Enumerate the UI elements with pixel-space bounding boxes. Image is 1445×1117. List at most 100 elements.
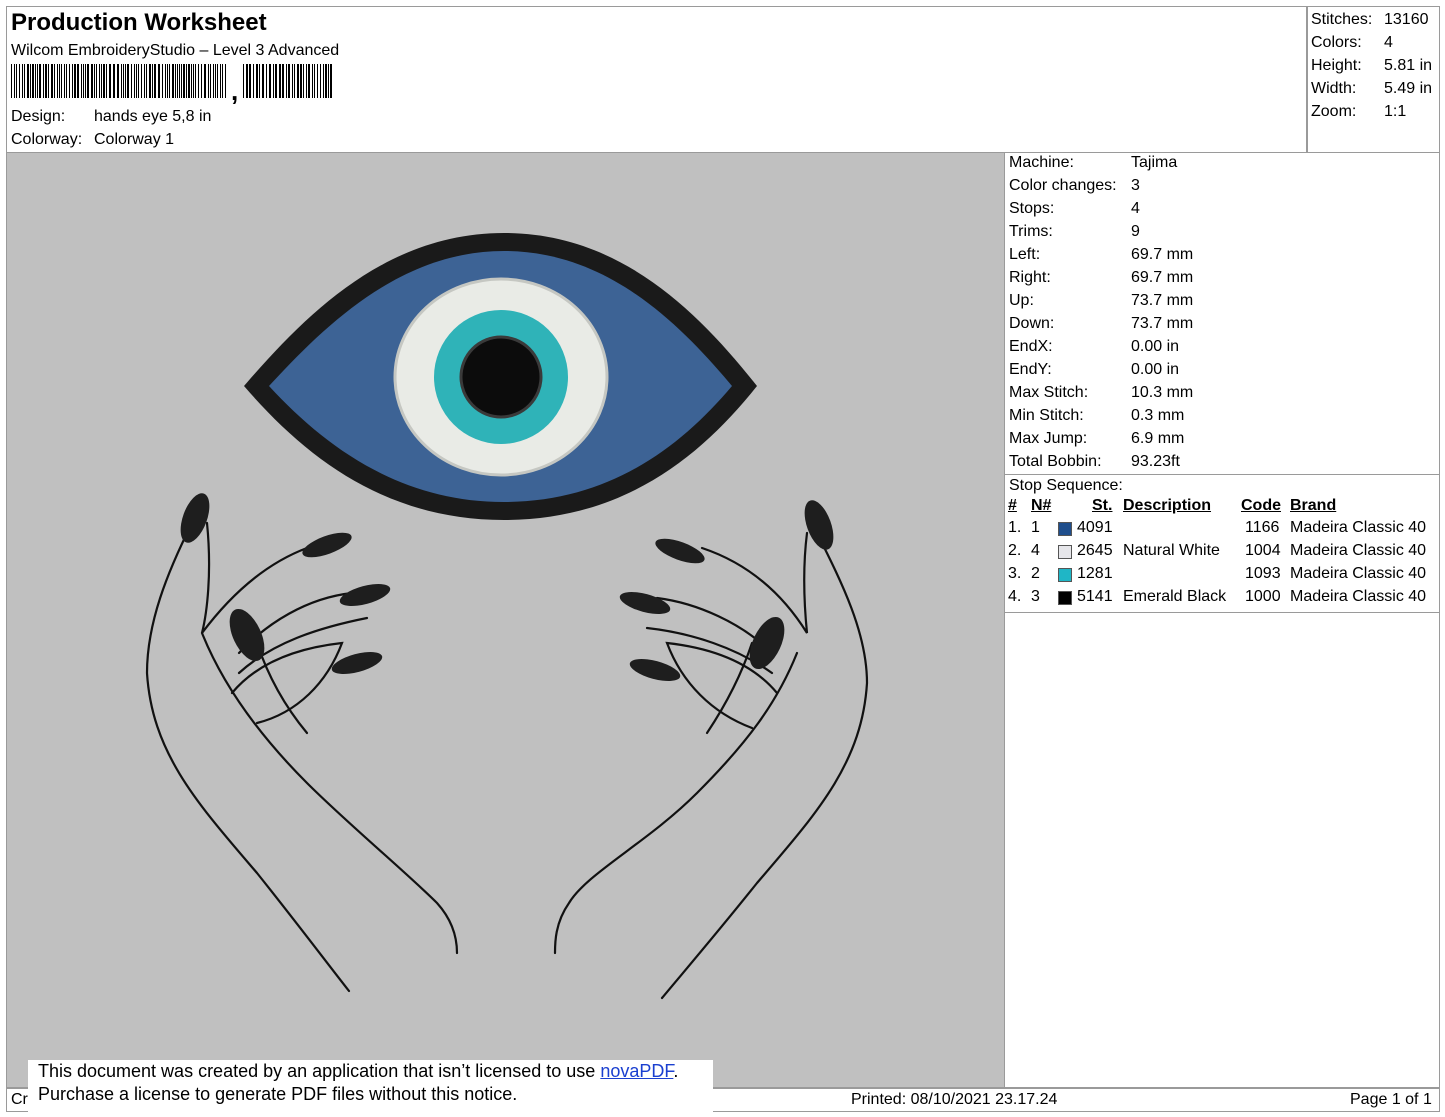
col-header-description: Description: [1123, 497, 1212, 514]
spec-row: EndX: 0.00 in: [1009, 335, 1429, 358]
barcode-bar: [39, 64, 41, 98]
spec-row: Max Jump: 6.9 mm: [1009, 427, 1429, 450]
barcode-bar: [292, 64, 293, 98]
barcode-bar: [138, 64, 139, 98]
barcode-bar: [210, 64, 211, 98]
right-hand: [553, 531, 869, 1000]
barcode-bar: [127, 64, 129, 98]
barcode-bar: [103, 64, 105, 98]
spec-value: 73.7 mm: [1131, 292, 1194, 309]
barcode-bar: [312, 64, 313, 98]
summary-width: Width: 5.49 in: [1311, 77, 1439, 100]
spec-row: Color changes: 3: [1009, 174, 1429, 197]
summary-list: Stitches: 13160 Colors: 4 Height: 5.81 i…: [1311, 8, 1439, 123]
barcode-bar: [134, 64, 135, 98]
barcode-bar: [48, 64, 49, 98]
barcode-bar: [117, 64, 119, 98]
barcode-bar: [177, 64, 178, 98]
barcode-bar: [87, 64, 89, 98]
thread-description: Natural White: [1123, 542, 1220, 559]
barcode-bar: [141, 64, 142, 98]
barcode-bar: [94, 64, 95, 98]
needle-number: 1: [1031, 519, 1040, 536]
barcode-bar: [144, 64, 145, 98]
novapdf-link[interactable]: novaPDF: [600, 1061, 673, 1081]
barcode-bar: [172, 64, 174, 98]
spec-value: 0.00 in: [1131, 361, 1180, 378]
barcode-bar: [32, 64, 34, 98]
summary-zoom: Zoom: 1:1: [1311, 100, 1439, 123]
col-header-st: St.: [1092, 497, 1113, 514]
col-header-n: N#: [1031, 497, 1052, 514]
barcode-bar: [279, 64, 281, 98]
barcode-bar: [11, 64, 12, 98]
design-value: hands eye 5,8 in: [94, 108, 212, 125]
spec-value: 6.9 mm: [1131, 430, 1185, 447]
barcode-bar: [303, 64, 304, 98]
barcode-bar: [217, 64, 218, 98]
col-header-brand: Brand: [1290, 497, 1337, 514]
spec-value: 73.7 mm: [1131, 315, 1194, 332]
spec-value: 69.7 mm: [1131, 269, 1194, 286]
barcode-bar: [294, 64, 295, 98]
stop-sequence-title: Stop Sequence:: [1009, 477, 1123, 494]
barcode-bar: [328, 64, 329, 98]
barcode-bar: [74, 64, 76, 98]
summary-value: 13160: [1384, 11, 1429, 28]
stitch-count: 1281: [1077, 565, 1113, 582]
page-title: Production Worksheet: [11, 9, 267, 36]
barcode-bar: [169, 64, 170, 98]
design-label: Design:: [11, 108, 66, 125]
barcode-bar: [188, 64, 190, 98]
barcode-bar: [162, 64, 163, 98]
col-header-code: Code: [1241, 497, 1281, 514]
stop-sequence-table: # N# St. Description Code Brand 1. 1 4091 1…: [1004, 497, 1440, 617]
barcode-bar: [131, 64, 132, 98]
barcode-bar: [193, 64, 194, 98]
barcode-bar: [308, 64, 310, 98]
barcode-bar: [123, 64, 124, 98]
stitch-count: 2645: [1077, 542, 1113, 559]
barcode-bar: [136, 64, 137, 98]
spec-label: Stops:: [1009, 200, 1055, 217]
summary-colors: Colors: 4: [1311, 31, 1439, 54]
barcode-bar: [121, 64, 122, 98]
barcode-bar: [106, 64, 107, 98]
barcode-bar: [259, 64, 260, 98]
barcode-bar: [288, 64, 290, 98]
barcode-bar: [300, 64, 302, 98]
colorway-label: Colorway:: [11, 131, 83, 148]
summary-height: Height: 5.81 in: [1311, 54, 1439, 77]
spec-label: Down:: [1009, 315, 1055, 332]
spec-value: 3: [1131, 177, 1140, 194]
thread-description: Emerald Black: [1123, 588, 1227, 605]
barcode-bar: [16, 64, 17, 98]
barcode-bar: [320, 64, 321, 98]
barcode: [11, 64, 332, 98]
summary-value: 5.81 in: [1384, 57, 1433, 74]
barcode-bar: [149, 64, 151, 98]
stop-index: 2.: [1008, 542, 1022, 559]
barcode-bar: [275, 64, 277, 98]
col-header-num: #: [1008, 497, 1017, 514]
summary-label: Height:: [1311, 57, 1362, 74]
barcode-bar: [191, 64, 192, 98]
barcode-bar: [286, 64, 287, 98]
barcode-bar: [83, 64, 84, 98]
spec-row: EndY: 0.00 in: [1009, 358, 1429, 381]
barcode-bar: [253, 64, 254, 98]
spec-value: 10.3 mm: [1131, 384, 1194, 401]
barcode-bar: [152, 64, 153, 98]
stop-index: 4.: [1008, 588, 1022, 605]
spec-label: Min Stitch:: [1009, 407, 1084, 424]
spec-value: 0.00 in: [1131, 338, 1180, 355]
barcode-bar: [323, 64, 324, 98]
spec-row: Max Stitch: 10.3 mm: [1009, 381, 1429, 404]
barcode-bar: [91, 64, 93, 98]
barcode-bar: [72, 64, 73, 98]
barcode-bar: [37, 64, 38, 98]
summary-label: Width:: [1311, 80, 1357, 97]
barcode-bar: [186, 64, 187, 98]
barcode-bar: [30, 64, 31, 98]
barcode-bar: [181, 64, 182, 98]
